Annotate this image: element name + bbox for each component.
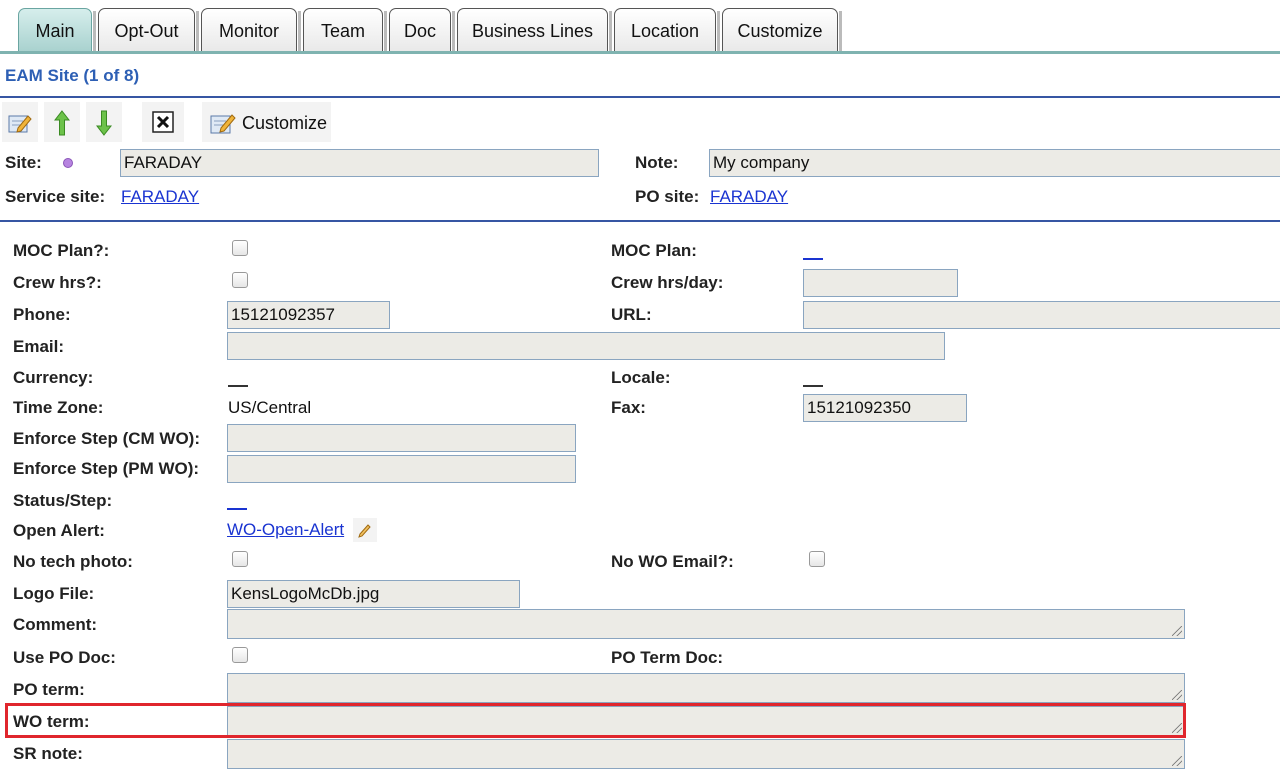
time-zone-label: Time Zone: <box>13 398 104 417</box>
open-alert-edit-button[interactable] <box>353 518 377 542</box>
delete-button[interactable] <box>142 102 184 142</box>
open-alert-link[interactable]: WO-Open-Alert <box>227 520 344 540</box>
move-down-button[interactable] <box>86 102 122 142</box>
moc-plan-q-label: MOC Plan?: <box>13 241 110 260</box>
resize-grip-icon[interactable] <box>1172 626 1182 636</box>
resize-grip-icon[interactable] <box>1172 756 1182 766</box>
move-up-button[interactable] <box>44 102 80 142</box>
close-box-icon <box>152 111 174 133</box>
tab-opt-out[interactable]: Opt-Out <box>98 8 199 51</box>
resize-grip-icon[interactable] <box>1172 690 1182 700</box>
resize-grip-icon[interactable] <box>1172 723 1182 733</box>
tab-main[interactable]: Main <box>18 8 96 51</box>
section-divider <box>0 220 1280 222</box>
locale-label: Locale: <box>611 368 671 387</box>
time-zone-value: US/Central <box>228 398 312 417</box>
site-label: Site: <box>5 153 42 172</box>
email-label: Email: <box>13 337 65 356</box>
note-field[interactable]: My company <box>709 149 1280 177</box>
use-po-doc-checkbox[interactable] <box>232 647 248 663</box>
crew-hrs-checkbox[interactable] <box>232 272 248 288</box>
url-field[interactable] <box>803 301 1280 329</box>
crew-hrs-day-field[interactable] <box>803 269 958 297</box>
status-step-label: Status/Step: <box>13 491 113 510</box>
crew-hrs-q-label: Crew hrs?: <box>13 273 102 292</box>
fax-label: Fax: <box>611 398 646 417</box>
po-site-label: PO site: <box>635 187 700 206</box>
sr-note-textarea[interactable] <box>227 739 1185 769</box>
phone-field[interactable]: 15121092357 <box>227 301 390 329</box>
tab-business-lines[interactable]: Business Lines <box>457 8 612 51</box>
crew-hrs-day-label: Crew hrs/day: <box>611 273 724 292</box>
enforce-cm-label: Enforce Step (CM WO): <box>13 429 200 448</box>
email-field[interactable] <box>227 332 945 360</box>
no-wo-email-label: No WO Email?: <box>611 552 734 571</box>
use-po-doc-label: Use PO Doc: <box>13 648 116 667</box>
arrow-up-icon <box>54 110 70 136</box>
comment-textarea[interactable] <box>227 609 1185 639</box>
tab-team[interactable]: Team <box>303 8 387 51</box>
status-step-link[interactable] <box>227 508 247 510</box>
tab-location[interactable]: Location <box>614 8 720 51</box>
arrow-down-icon <box>96 110 112 136</box>
page-title: EAM Site (1 of 8) <box>5 66 140 85</box>
note-label: Note: <box>635 153 679 172</box>
enforce-cm-field[interactable] <box>227 424 576 452</box>
no-tech-photo-checkbox[interactable] <box>232 551 248 567</box>
fax-field[interactable]: 15121092350 <box>803 394 967 422</box>
logo-file-label: Logo File: <box>13 584 95 603</box>
tab-monitor[interactable]: Monitor <box>201 8 301 51</box>
currency-label: Currency: <box>13 368 94 387</box>
customize-label: Customize <box>242 113 328 133</box>
currency-value-empty <box>228 385 248 387</box>
po-term-textarea[interactable] <box>227 673 1185 703</box>
no-wo-email-checkbox[interactable] <box>809 551 825 567</box>
tab-customize[interactable]: Customize <box>722 8 842 51</box>
wo-term-textarea[interactable] <box>227 706 1185 736</box>
customize-icon <box>210 114 236 134</box>
url-label: URL: <box>611 305 652 324</box>
customize-button[interactable]: Customize <box>202 102 331 142</box>
po-term-doc-label: PO Term Doc: <box>611 648 724 667</box>
site-field[interactable]: FARADAY <box>120 149 599 177</box>
enforce-pm-label: Enforce Step (PM WO): <box>13 459 200 478</box>
wo-term-label: WO term: <box>13 712 90 731</box>
sr-note-label: SR note: <box>13 744 83 763</box>
enforce-pm-field[interactable] <box>227 455 576 483</box>
locale-value-empty <box>803 385 823 387</box>
po-site-link[interactable]: FARADAY <box>710 187 788 207</box>
status-dot-icon <box>63 158 73 168</box>
edit-button[interactable] <box>2 102 38 142</box>
service-site-label: Service site: <box>5 187 106 206</box>
no-tech-photo-label: No tech photo: <box>13 552 133 571</box>
moc-plan-link[interactable] <box>803 258 823 260</box>
tab-doc[interactable]: Doc <box>389 8 455 51</box>
header-divider <box>0 96 1280 98</box>
moc-plan-label: MOC Plan: <box>611 241 697 260</box>
open-alert-label: Open Alert: <box>13 521 105 540</box>
tab-bar: Main Opt-Out Monitor Team Doc Business L… <box>0 0 1280 54</box>
po-term-label: PO term: <box>13 680 85 699</box>
edit-icon <box>8 115 32 133</box>
comment-label: Comment: <box>13 615 98 634</box>
logo-file-field[interactable]: KensLogoMcDb.jpg <box>227 580 520 608</box>
phone-label: Phone: <box>13 305 71 324</box>
moc-plan-checkbox[interactable] <box>232 240 248 256</box>
pencil-icon <box>358 524 371 538</box>
service-site-link[interactable]: FARADAY <box>121 187 199 207</box>
